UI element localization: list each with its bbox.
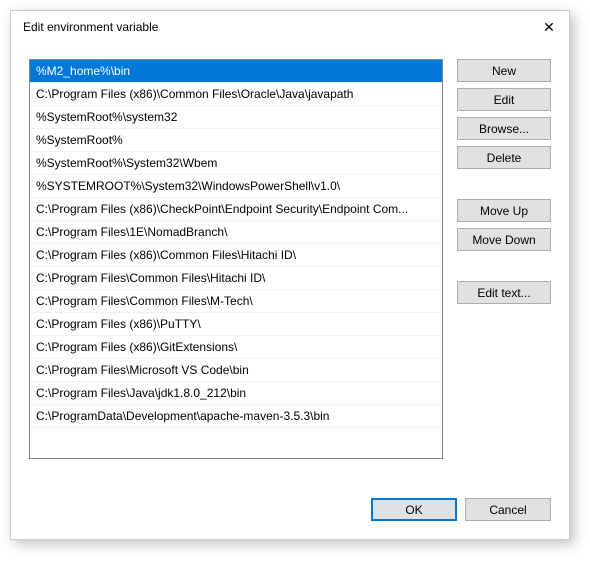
list-item[interactable]: %M2_home%\bin — [30, 60, 442, 83]
list-item[interactable]: %SystemRoot%\System32\Wbem — [30, 152, 442, 175]
button-column: New Edit Browse... Delete Move Up Move D… — [457, 59, 551, 480]
delete-button[interactable]: Delete — [457, 146, 551, 169]
titlebar: Edit environment variable ✕ — [11, 11, 569, 43]
content-area: %M2_home%\binC:\Program Files (x86)\Comm… — [11, 43, 569, 488]
list-item[interactable]: %SystemRoot% — [30, 129, 442, 152]
list-item[interactable]: C:\Program Files (x86)\PuTTY\ — [30, 313, 442, 336]
spacer — [457, 257, 551, 275]
list-item[interactable]: C:\ProgramData\Development\apache-maven-… — [30, 405, 442, 428]
cancel-button[interactable]: Cancel — [465, 498, 551, 521]
list-item[interactable]: C:\Program Files\Common Files\Hitachi ID… — [30, 267, 442, 290]
spacer — [457, 175, 551, 193]
ok-button[interactable]: OK — [371, 498, 457, 521]
list-item[interactable]: C:\Program Files\Microsoft VS Code\bin — [30, 359, 442, 382]
browse-button[interactable]: Browse... — [457, 117, 551, 140]
list-item[interactable]: C:\Program Files (x86)\GitExtensions\ — [30, 336, 442, 359]
move-up-button[interactable]: Move Up — [457, 199, 551, 222]
list-item[interactable]: C:\Program Files (x86)\Common Files\Hita… — [30, 244, 442, 267]
list-item[interactable]: C:\Program Files\Java\jdk1.8.0_212\bin — [30, 382, 442, 405]
window-title: Edit environment variable — [23, 20, 158, 34]
list-item[interactable]: C:\Program Files\Common Files\M-Tech\ — [30, 290, 442, 313]
list-item[interactable]: C:\Program Files (x86)\Common Files\Orac… — [30, 83, 442, 106]
dialog-window: Edit environment variable ✕ %M2_home%\bi… — [10, 10, 570, 540]
dialog-footer: OK Cancel — [11, 488, 569, 539]
edit-button[interactable]: Edit — [457, 88, 551, 111]
move-down-button[interactable]: Move Down — [457, 228, 551, 251]
list-item[interactable]: %SYSTEMROOT%\System32\WindowsPowerShell\… — [30, 175, 442, 198]
list-item[interactable]: %SystemRoot%\system32 — [30, 106, 442, 129]
list-item[interactable]: C:\Program Files (x86)\CheckPoint\Endpoi… — [30, 198, 442, 221]
path-listbox[interactable]: %M2_home%\binC:\Program Files (x86)\Comm… — [29, 59, 443, 459]
close-icon[interactable]: ✕ — [541, 19, 557, 35]
edit-text-button[interactable]: Edit text... — [457, 281, 551, 304]
list-item[interactable]: C:\Program Files\1E\NomadBranch\ — [30, 221, 442, 244]
new-button[interactable]: New — [457, 59, 551, 82]
